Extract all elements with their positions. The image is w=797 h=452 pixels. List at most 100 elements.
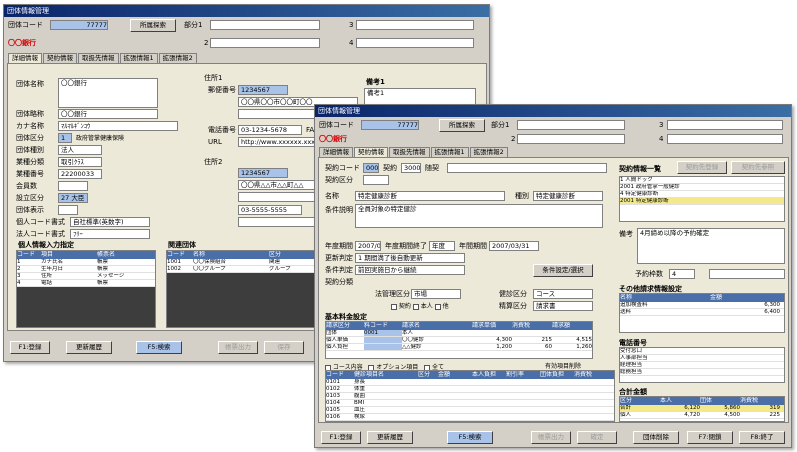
- list-item[interactable]: 人事部担当: [620, 355, 784, 362]
- dept3-field[interactable]: [356, 20, 474, 30]
- year-unit-field[interactable]: 年度: [429, 241, 455, 251]
- table-row[interactable]: 団体 0001 本人: [326, 330, 592, 337]
- cond-button[interactable]: 条件設定/選択: [533, 264, 593, 277]
- table-row[interactable]: 個人 4,720 4,500 225: [620, 412, 784, 419]
- contract-kubun-select[interactable]: [363, 175, 389, 185]
- condition-field[interactable]: 全員対象の特定健診: [355, 204, 603, 228]
- tab-ext1[interactable]: 拡張情報1: [119, 53, 158, 63]
- field-org-name[interactable]: 〇〇銀行: [58, 78, 158, 108]
- front-code-field[interactable]: 77777: [361, 120, 419, 130]
- front-tab-ext1[interactable]: 拡張情報1: [430, 147, 469, 157]
- tel2-field[interactable]: 03-5555-5555: [238, 205, 302, 215]
- contract-amount-field[interactable]: 3000: [401, 163, 421, 173]
- tab-handler[interactable]: 取扱先情報: [78, 53, 119, 63]
- list-item[interactable]: 経理担当: [620, 362, 784, 369]
- front-tab-ext2[interactable]: 拡張情報2: [469, 147, 508, 157]
- dept4-field[interactable]: [356, 38, 474, 48]
- field-members[interactable]: [58, 181, 88, 191]
- search-button[interactable]: 所属探索: [130, 19, 176, 32]
- field-short-name[interactable]: 〇〇銀行: [58, 109, 158, 119]
- front-search-button-footer[interactable]: F5:検索: [447, 431, 493, 444]
- list-item[interactable]: 総務担当: [620, 369, 784, 376]
- list-item[interactable]: 2001 特定健康診断: [620, 198, 784, 205]
- list-item[interactable]: 2001 政府管掌一般健診: [620, 184, 784, 191]
- field-personal-code[interactable]: 自社標準(英数字): [70, 217, 150, 227]
- list-item[interactable]: 受付窓口: [620, 348, 784, 355]
- table-row[interactable]: 0102 体重: [326, 386, 614, 393]
- period-field[interactable]: 2007/03/31: [489, 241, 539, 251]
- table-row[interactable]: 1 カナ氏名 帳票: [17, 259, 155, 266]
- kihon-register-button[interactable]: 契約先登録: [677, 161, 727, 174]
- table-row[interactable]: 0104 BMI: [326, 400, 614, 407]
- radio-other[interactable]: [434, 303, 441, 310]
- table-row[interactable]: 0103 腹囲: [326, 393, 614, 400]
- back-f1-button[interactable]: F1:登録: [10, 341, 50, 354]
- name-field[interactable]: 特定健康診断: [355, 191, 505, 201]
- front-print-button[interactable]: 帳票出力: [531, 431, 571, 444]
- front-history-button[interactable]: 更新履歴: [367, 431, 413, 444]
- field-kubun[interactable]: 1: [58, 133, 72, 143]
- remarks-field[interactable]: 4月締め以降の予約確定: [637, 228, 785, 264]
- tab-contract[interactable]: 契約情報: [43, 53, 77, 63]
- tab-ext2[interactable]: 拡張情報2: [158, 53, 197, 63]
- table-row[interactable]: 1002 〇〇グループ グループ: [167, 266, 315, 273]
- zip2-field[interactable]: 1234567: [238, 168, 288, 178]
- kind-field[interactable]: 特定健康診断: [533, 191, 603, 201]
- limit-extra-field[interactable]: [709, 269, 785, 279]
- field-shubetsu[interactable]: 法人: [58, 145, 102, 155]
- pay-select[interactable]: 請求書: [533, 301, 593, 311]
- table-row[interactable]: 追加検査料 6,300: [620, 302, 784, 309]
- tel1-field[interactable]: 03-1234-5678: [238, 125, 302, 135]
- table-row[interactable]: 送料 6,400: [620, 309, 784, 316]
- limit-field[interactable]: 4: [669, 269, 695, 279]
- field-corp-code[interactable]: ﾌﾘｰ: [70, 229, 150, 239]
- front-exit-button[interactable]: F8:終了: [739, 431, 785, 444]
- contract-code-field[interactable]: 0001: [363, 163, 379, 173]
- table-row[interactable]: 1001 〇〇保険組合 関連: [167, 259, 315, 266]
- table-row[interactable]: 2 生年月日 帳票: [17, 266, 155, 273]
- front-close-button[interactable]: F7:閉鎖: [687, 431, 733, 444]
- front-dept1-field[interactable]: [517, 120, 625, 130]
- table-row[interactable]: 合計 6,120 5,860 319: [620, 405, 784, 412]
- year-from-field[interactable]: 2007/04: [355, 241, 381, 251]
- cond-field[interactable]: 前回実施日から継続: [355, 265, 465, 275]
- front-tab-detail[interactable]: 詳細情報: [319, 147, 353, 157]
- back-save-button[interactable]: 保存: [264, 341, 304, 354]
- radio-self[interactable]: [412, 303, 419, 310]
- front-dept4-field[interactable]: [667, 134, 783, 144]
- code-field[interactable]: 77777: [50, 20, 108, 30]
- contract-desc-field[interactable]: [447, 163, 607, 173]
- kihon-view-button[interactable]: 契約先参照: [731, 161, 785, 174]
- table-row[interactable]: 0101 身長: [326, 379, 614, 386]
- dept2-field[interactable]: [210, 38, 320, 48]
- table-row[interactable]: 個人負担 △△健診 1,200 60 1,260: [326, 344, 592, 351]
- front-dept3-field[interactable]: [667, 120, 783, 130]
- back-history-button[interactable]: 更新履歴: [66, 341, 112, 354]
- field-gyoshu-no[interactable]: 22200033: [58, 169, 102, 179]
- table-row[interactable]: 個人単価 〇〇健診 4,300 215 4,515: [326, 337, 592, 344]
- field-gyoshu[interactable]: 取引ｸﾗｽ: [58, 157, 102, 167]
- table-row[interactable]: 0106 検尿: [326, 414, 614, 421]
- front-confirm-button[interactable]: 確定: [577, 431, 617, 444]
- front-f1-button[interactable]: F1:登録: [321, 431, 361, 444]
- dept1-field[interactable]: [210, 20, 320, 30]
- front-tab-handler[interactable]: 取扱先情報: [389, 147, 430, 157]
- renew-field[interactable]: 1 期間満了後自動更新: [355, 253, 465, 263]
- front-tab-contract[interactable]: 契約情報: [354, 147, 388, 157]
- list-item[interactable]: 1 人間ドック: [620, 177, 784, 184]
- radio-contract[interactable]: [391, 303, 397, 310]
- list-item[interactable]: 4 特定健康診断: [620, 191, 784, 198]
- table-row[interactable]: 3 住所 メッセージ: [17, 273, 155, 280]
- back-search-button[interactable]: F5:検索: [136, 341, 182, 354]
- back-print-button[interactable]: 帳票出力: [218, 341, 258, 354]
- front-dept2-field[interactable]: [517, 134, 625, 144]
- kenshin-select[interactable]: コース: [533, 289, 593, 299]
- tab-detail[interactable]: 詳細情報: [8, 53, 42, 63]
- front-search-button[interactable]: 所属探索: [439, 119, 485, 132]
- table-row[interactable]: 4 電話 帳票: [17, 280, 155, 287]
- field-kana[interactable]: ﾏﾙﾏﾙｷﾞﾝｺｳ: [58, 121, 178, 131]
- field-hyoji[interactable]: [58, 205, 78, 215]
- table-row[interactable]: 0107血液検査1,80080: [326, 421, 614, 422]
- table-row[interactable]: 0105 血圧: [326, 407, 614, 414]
- kanri-select[interactable]: 市場: [411, 289, 461, 299]
